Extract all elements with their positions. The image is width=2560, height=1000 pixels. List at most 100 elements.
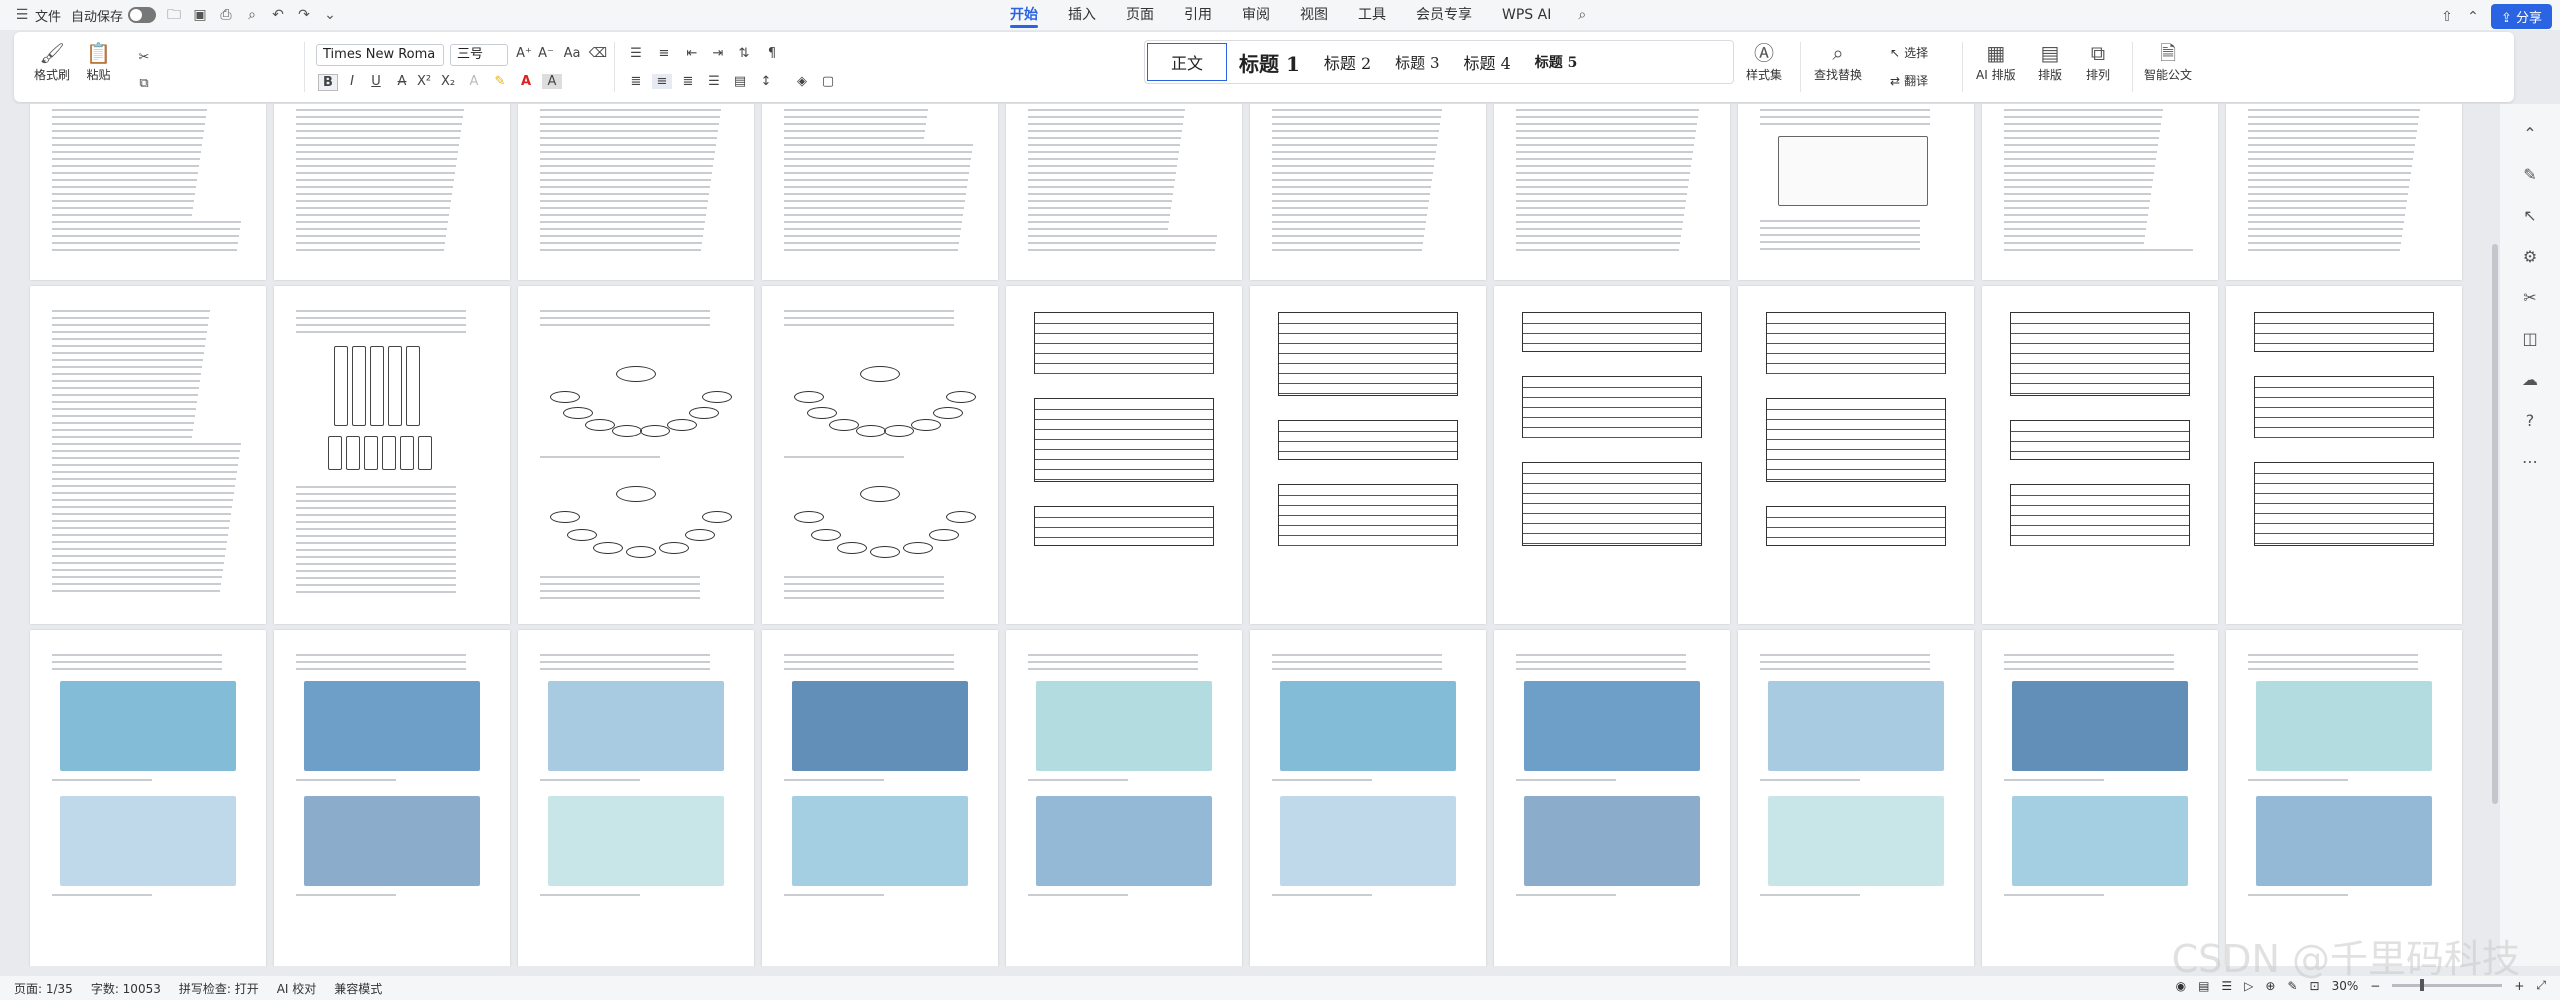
- align-left-icon[interactable]: ≣: [626, 74, 646, 89]
- expand-icon[interactable]: ⌃: [2465, 9, 2481, 25]
- tab-home[interactable]: 开始: [995, 0, 1053, 30]
- decrease-indent-icon[interactable]: ⇤: [682, 46, 702, 61]
- justify-icon[interactable]: ☰: [704, 74, 724, 89]
- document-page[interactable]: [1738, 630, 1974, 966]
- save-icon[interactable]: ▣: [192, 7, 208, 23]
- border-icon[interactable]: ▢: [818, 74, 838, 89]
- align-center-icon[interactable]: ≡: [652, 74, 672, 89]
- search-icon[interactable]: ⌕: [1574, 7, 1590, 23]
- chevron-down-icon[interactable]: ⌄: [322, 7, 338, 23]
- settings-icon[interactable]: ⚙: [2523, 247, 2537, 266]
- smart-doc-button[interactable]: 🗎 智能公文: [2144, 40, 2192, 83]
- style-heading-1[interactable]: 标题 1: [1227, 43, 1312, 81]
- document-page[interactable]: [30, 104, 266, 280]
- document-page[interactable]: [274, 630, 510, 966]
- paste-button[interactable]: 📋 粘贴: [86, 40, 111, 83]
- tab-view[interactable]: 视图: [1285, 0, 1343, 30]
- style-normal[interactable]: 正文: [1147, 43, 1227, 81]
- pen-icon[interactable]: ✎: [2523, 165, 2536, 184]
- ai-layout-button[interactable]: ▦ AI 排版: [1976, 40, 2016, 83]
- style-set-button[interactable]: Ⓐ 样式集: [1746, 40, 1782, 83]
- cloud-icon[interactable]: ☁: [2522, 370, 2538, 389]
- numbered-list-icon[interactable]: ≡: [654, 46, 674, 61]
- font-name-select[interactable]: Times New Roma: [316, 44, 444, 66]
- share-button[interactable]: ⇪ 分享: [2490, 4, 2552, 29]
- show-marks-icon[interactable]: ¶: [762, 46, 782, 61]
- fullscreen-icon[interactable]: ⤢: [2536, 978, 2546, 993]
- translate-button[interactable]: ⇄ 翻译: [1890, 72, 1928, 89]
- print-icon[interactable]: ⎙: [218, 7, 234, 23]
- collapse-icon[interactable]: ⌃: [2523, 124, 2536, 143]
- autosave-toggle[interactable]: 自动保存: [71, 6, 157, 25]
- document-page[interactable]: [2226, 630, 2462, 966]
- document-page[interactable]: [1250, 104, 1486, 280]
- tab-wps-ai[interactable]: WPS AI: [1487, 0, 1566, 30]
- bold-icon[interactable]: B: [318, 74, 338, 91]
- shrink-font-icon[interactable]: A⁻: [536, 46, 556, 61]
- font-size-select[interactable]: 三号: [450, 44, 508, 66]
- document-page[interactable]: [1494, 630, 1730, 966]
- document-page[interactable]: [2226, 104, 2462, 280]
- change-case-icon[interactable]: Aa: [562, 46, 582, 61]
- font-color-icon[interactable]: A: [516, 74, 536, 89]
- document-page[interactable]: [30, 286, 266, 624]
- document-page[interactable]: [762, 286, 998, 624]
- tab-insert[interactable]: 插入: [1053, 0, 1111, 30]
- strike-icon[interactable]: A: [392, 74, 412, 89]
- shading-icon[interactable]: ◈: [792, 74, 812, 89]
- document-page[interactable]: [1250, 286, 1486, 624]
- page-indicator[interactable]: 页面: 1/35: [14, 980, 73, 997]
- document-page[interactable]: [1006, 286, 1242, 624]
- document-page[interactable]: [274, 286, 510, 624]
- increase-indent-icon[interactable]: ⇥: [708, 46, 728, 61]
- preview-icon[interactable]: ⌕: [244, 7, 260, 23]
- italic-icon[interactable]: I: [342, 74, 362, 89]
- copy-icon[interactable]: ⧉: [134, 76, 154, 91]
- bullet-list-icon[interactable]: ☰: [626, 46, 646, 61]
- document-page[interactable]: [1982, 286, 2218, 624]
- tab-member[interactable]: 会员专享: [1401, 0, 1487, 30]
- document-page[interactable]: [1494, 286, 1730, 624]
- distribute-icon[interactable]: ▤: [730, 74, 750, 89]
- document-page[interactable]: [762, 104, 998, 280]
- pointer-icon[interactable]: ↖: [2523, 206, 2536, 225]
- subscript-icon[interactable]: X₂: [438, 74, 458, 89]
- ai-check[interactable]: AI 校对: [277, 980, 317, 997]
- undo-icon[interactable]: ↶: [270, 7, 286, 23]
- find-replace-button[interactable]: ⌕ 查找替换: [1814, 40, 1862, 83]
- text-effect-icon[interactable]: A: [464, 74, 484, 89]
- help-icon[interactable]: ?: [2526, 411, 2535, 430]
- style-heading-2[interactable]: 标题 2: [1312, 43, 1383, 81]
- spellcheck-status[interactable]: 拼写检查: 打开: [179, 980, 259, 997]
- clear-format-icon[interactable]: ⌫: [588, 46, 608, 61]
- grow-font-icon[interactable]: A⁺: [514, 46, 534, 61]
- select-button[interactable]: ↖ 选择: [1890, 44, 1928, 61]
- document-page[interactable]: [1982, 104, 2218, 280]
- highlight-icon[interactable]: ✎: [490, 74, 510, 89]
- more-icon[interactable]: ⋯: [2522, 452, 2538, 471]
- sticker-icon[interactable]: ◫: [2522, 329, 2537, 348]
- redo-icon[interactable]: ↷: [296, 7, 312, 23]
- line-spacing-icon[interactable]: ↕: [756, 74, 776, 89]
- toggle-icon[interactable]: [128, 7, 157, 23]
- document-page[interactable]: [518, 286, 754, 624]
- open-file-icon[interactable]: 🗀: [166, 7, 182, 23]
- document-page[interactable]: [1006, 630, 1242, 966]
- document-page[interactable]: [518, 630, 754, 966]
- style-heading-5[interactable]: 标题 5: [1523, 43, 1590, 81]
- style-heading-4[interactable]: 标题 4: [1451, 43, 1522, 81]
- arrange-button[interactable]: ⧉ 排列: [2086, 40, 2110, 83]
- char-shading-icon[interactable]: A: [542, 74, 562, 89]
- document-page[interactable]: [1738, 286, 1974, 624]
- document-canvas[interactable]: [0, 104, 2490, 966]
- tab-reference[interactable]: 引用: [1169, 0, 1227, 30]
- document-page[interactable]: [30, 630, 266, 966]
- document-page[interactable]: [518, 104, 754, 280]
- document-page[interactable]: [1006, 104, 1242, 280]
- zoom-slider[interactable]: [2392, 979, 2503, 991]
- superscript-icon[interactable]: X²: [414, 74, 434, 89]
- tools-icon[interactable]: ✂: [2523, 288, 2536, 307]
- word-count[interactable]: 字数: 10053: [91, 980, 161, 997]
- file-menu[interactable]: ☰ 文件: [14, 6, 61, 25]
- document-page[interactable]: [1250, 630, 1486, 966]
